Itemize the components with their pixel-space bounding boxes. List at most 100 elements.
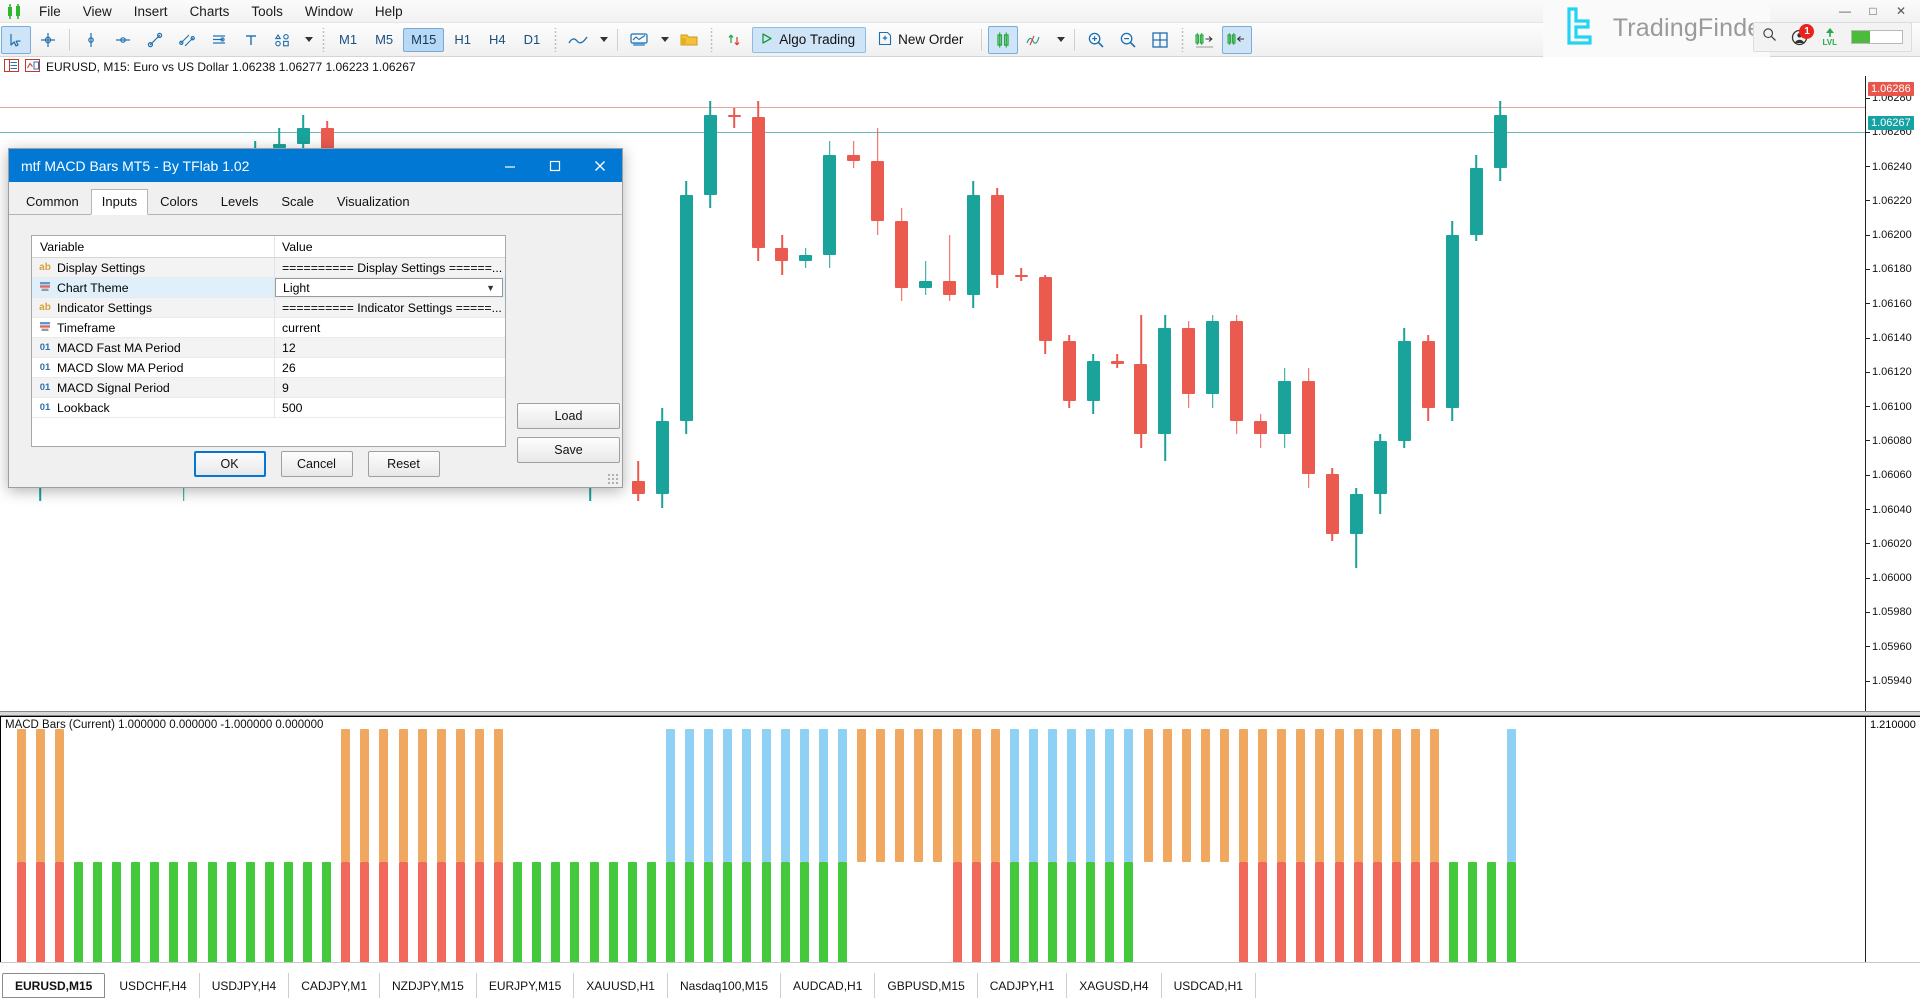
symbol-tab-cadjpy-h1[interactable]: CADJPY,H1 (978, 973, 1067, 998)
timeframe-button-m1[interactable]: M1 (331, 28, 365, 52)
symbol-tab-usdcad-h1[interactable]: USDCAD,H1 (1162, 973, 1256, 998)
templates-icon[interactable] (1020, 26, 1050, 54)
dialog-tab-visualization[interactable]: Visualization (326, 189, 421, 215)
channel-icon[interactable] (172, 26, 202, 54)
folder-icon[interactable] (674, 26, 704, 54)
dialog-resize-grip[interactable] (607, 473, 619, 485)
grid-row-indicator-settings[interactable]: abIndicator Settings========== Indicator… (32, 298, 505, 318)
algo-trading-button[interactable]: Algo Trading (752, 27, 866, 53)
candlestick (1063, 76, 1076, 711)
grid-row-lookback[interactable]: 01Lookback500 (32, 398, 505, 418)
data-window-icon[interactable] (4, 59, 19, 75)
menu-item-file[interactable]: File (28, 2, 72, 21)
symbol-tab-gbpusd-m15[interactable]: GBPUSD,M15 (875, 973, 977, 998)
menu-item-window[interactable]: Window (294, 2, 364, 21)
param-value-cell[interactable]: 9 (275, 378, 505, 397)
param-value-cell[interactable]: 12 (275, 338, 505, 357)
macd-bar-upper (876, 729, 885, 862)
dialog-maximize-button[interactable] (532, 149, 577, 182)
chevron-down-icon[interactable]: ▼ (486, 283, 495, 293)
grid-row-display-settings[interactable]: abDisplay Settings========== Display Set… (32, 258, 505, 278)
price-tick: 1.06020 (1866, 538, 1912, 550)
grid-row-macd-fast-ma-period[interactable]: 01MACD Fast MA Period12 (32, 338, 505, 358)
param-value-cell[interactable]: 26 (275, 358, 505, 377)
timeframe-button-m15[interactable]: M15 (403, 28, 444, 52)
load-button[interactable]: Load (517, 403, 620, 429)
param-value-cell[interactable]: Light▼ (275, 278, 503, 297)
search-icon[interactable] (1762, 27, 1777, 47)
symbol-tab-nzdjpy-m15[interactable]: NZDJPY,M15 (380, 973, 477, 998)
dialog-title-bar[interactable]: mtf MACD Bars MT5 - By TFlab 1.02 (9, 149, 622, 182)
tile-windows-icon[interactable] (1145, 26, 1175, 54)
symbol-tab-eurjpy-m15[interactable]: EURJPY,M15 (477, 973, 574, 998)
symbol-tab-usdchf-h4[interactable]: USDCHF,H4 (107, 973, 199, 998)
dialog-minimize-button[interactable] (487, 149, 532, 182)
chart-type-icon[interactable] (563, 26, 593, 54)
autoscroll-icon[interactable] (719, 26, 749, 54)
candles-icon[interactable] (988, 26, 1018, 54)
shift-right-icon[interactable] (1190, 26, 1220, 54)
level-indicator[interactable]: LVL (1822, 27, 1837, 47)
zoom-out-icon[interactable] (1113, 26, 1143, 54)
reset-button[interactable]: Reset (368, 451, 440, 477)
trendline-icon[interactable] (140, 26, 170, 54)
indicators-icon[interactable] (624, 26, 654, 54)
symbol-tab-audcad-h1[interactable]: AUDCAD,H1 (781, 973, 875, 998)
param-value-cell[interactable]: 500 (275, 398, 505, 417)
shift-left-icon[interactable] (1222, 26, 1252, 54)
timeframe-button-d1[interactable]: D1 (516, 28, 549, 52)
symbol-tab-usdjpy-h4[interactable]: USDJPY,H4 (200, 973, 289, 998)
timeframe-button-m5[interactable]: M5 (367, 28, 401, 52)
param-value-cell[interactable]: current (275, 318, 505, 337)
grid-row-macd-slow-ma-period[interactable]: 01MACD Slow MA Period26 (32, 358, 505, 378)
chart-properties-icon[interactable] (25, 59, 40, 75)
menu-item-view[interactable]: View (72, 2, 123, 21)
text-icon[interactable] (236, 26, 266, 54)
param-value-cell[interactable]: ========== Display Settings ======... (275, 258, 505, 277)
parameters-grid[interactable]: VariableValueabDisplay Settings=========… (31, 235, 506, 447)
zoom-in-icon[interactable] (1081, 26, 1111, 54)
dialog-tab-levels[interactable]: Levels (210, 189, 270, 215)
cursor-icon[interactable] (1, 26, 31, 54)
close-button[interactable]: ✕ (1888, 2, 1914, 20)
shapes-dropdown-caret-icon[interactable] (300, 26, 316, 54)
menu-item-insert[interactable]: Insert (123, 2, 179, 21)
price-scale[interactable]: 1.062801.062601.062401.062201.062001.061… (1865, 76, 1920, 711)
dialog-tab-colors[interactable]: Colors (149, 189, 209, 215)
vertical-line-icon[interactable] (76, 26, 106, 54)
cancel-button[interactable]: Cancel (281, 451, 353, 477)
candlestick (1350, 76, 1363, 711)
timeframe-button-h4[interactable]: H4 (481, 28, 514, 52)
timeframe-button-h1[interactable]: H1 (446, 28, 479, 52)
dialog-tab-common[interactable]: Common (15, 189, 90, 215)
symbol-tab-nasdaq100-m15[interactable]: Nasdaq100,M15 (668, 973, 781, 998)
crosshair-icon[interactable] (33, 26, 63, 54)
param-value-cell[interactable]: ========== Indicator Settings =====... (275, 298, 505, 317)
symbol-tab-eurusd-m15[interactable]: EURUSD,M15 (2, 973, 105, 998)
symbol-tab-xagusd-h4[interactable]: XAGUSD,H4 (1067, 973, 1161, 998)
dialog-tab-scale[interactable]: Scale (270, 189, 325, 215)
ok-button[interactable]: OK (194, 451, 266, 477)
shapes-icon[interactable] (268, 26, 298, 54)
balance-bar (1851, 30, 1903, 44)
symbol-tab-xauusd-h1[interactable]: XAUUSD,H1 (574, 973, 668, 998)
dialog-close-button[interactable] (577, 149, 622, 182)
minimize-button[interactable]: — (1832, 2, 1858, 20)
grid-row-timeframe[interactable]: Timeframecurrent (32, 318, 505, 338)
templates-caret-icon[interactable] (1052, 26, 1068, 54)
grid-row-macd-signal-period[interactable]: 01MACD Signal Period9 (32, 378, 505, 398)
dialog-tab-inputs[interactable]: Inputs (91, 189, 148, 215)
maximize-button[interactable]: □ (1860, 2, 1886, 20)
menu-item-charts[interactable]: Charts (179, 2, 241, 21)
indicators-caret-icon[interactable] (656, 26, 672, 54)
symbol-tab-cadjpy-m1[interactable]: CADJPY,M1 (289, 973, 380, 998)
horizontal-line-icon[interactable] (108, 26, 138, 54)
new-order-button[interactable]: New Order (870, 27, 974, 53)
grid-row-chart-theme[interactable]: Chart ThemeLight▼ (32, 278, 505, 298)
chart-type-caret-icon[interactable] (595, 26, 611, 54)
toolbar-dot-separator-4 (1180, 28, 1185, 52)
account-icon[interactable]: 1 (1791, 29, 1808, 46)
menu-item-tools[interactable]: Tools (240, 2, 294, 21)
fibonacci-icon[interactable] (204, 26, 234, 54)
menu-item-help[interactable]: Help (364, 2, 414, 21)
